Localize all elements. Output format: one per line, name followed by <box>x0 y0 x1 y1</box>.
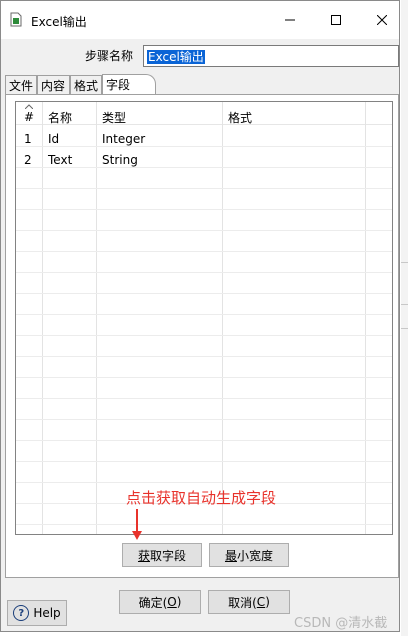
help-icon: ? <box>13 605 30 621</box>
row-number: 1 <box>24 132 32 146</box>
window-title: Excel输出 <box>31 15 87 29</box>
dialog-window: Excel输出 步骤名称 Excel输出 文件 内容 格式 字段 # 名称 类型 <box>0 0 400 632</box>
help-button[interactable]: ? Help <box>7 600 67 626</box>
field-type[interactable]: String <box>102 153 138 167</box>
minimize-icon <box>285 19 295 21</box>
close-icon <box>377 15 387 25</box>
background-window-edge <box>401 0 408 636</box>
field-name[interactable]: Text <box>48 153 72 167</box>
row-number: 2 <box>24 153 32 167</box>
tab-file[interactable]: 文件 <box>5 75 37 94</box>
column-header-format[interactable]: 格式 <box>228 109 252 126</box>
get-fields-button[interactable]: 获取字段 <box>122 543 202 567</box>
annotation-text: 点击获取自动生成字段 <box>126 489 277 507</box>
step-name-value: Excel输出 <box>147 50 205 64</box>
close-button[interactable] <box>359 1 405 39</box>
watermark-text: CSDN @清水截 <box>294 616 388 631</box>
column-header-name[interactable]: 名称 <box>48 109 72 126</box>
cancel-button[interactable]: 取消(C) <box>208 590 290 614</box>
minimize-button[interactable] <box>267 1 313 39</box>
tab-format[interactable]: 格式 <box>70 75 102 94</box>
fields-table[interactable]: # 名称 类型 格式 1 Id Integer 2 Text String <box>15 101 393 535</box>
ok-button[interactable]: 确定(O) <box>119 590 201 614</box>
field-name[interactable]: Id <box>48 132 59 146</box>
step-name-label: 步骤名称 <box>85 49 134 63</box>
field-type[interactable]: Integer <box>102 132 145 146</box>
red-arrow-icon <box>132 509 142 540</box>
column-header-type[interactable]: 类型 <box>102 109 126 126</box>
sort-indicator-icon <box>25 104 33 109</box>
min-width-button[interactable]: 最小宽度 <box>209 543 289 567</box>
tab-content[interactable]: 内容 <box>37 75 70 94</box>
tab-fields[interactable]: 字段 <box>102 74 156 95</box>
column-header-num[interactable]: # <box>24 110 34 124</box>
table-header <box>16 102 392 125</box>
step-name-input[interactable]: Excel输出 <box>143 45 399 67</box>
maximize-icon <box>331 15 341 25</box>
title-bar[interactable]: Excel输出 <box>1 1 399 39</box>
help-label: Help <box>33 606 61 620</box>
maximize-button[interactable] <box>313 1 359 39</box>
excel-file-icon <box>10 12 22 27</box>
